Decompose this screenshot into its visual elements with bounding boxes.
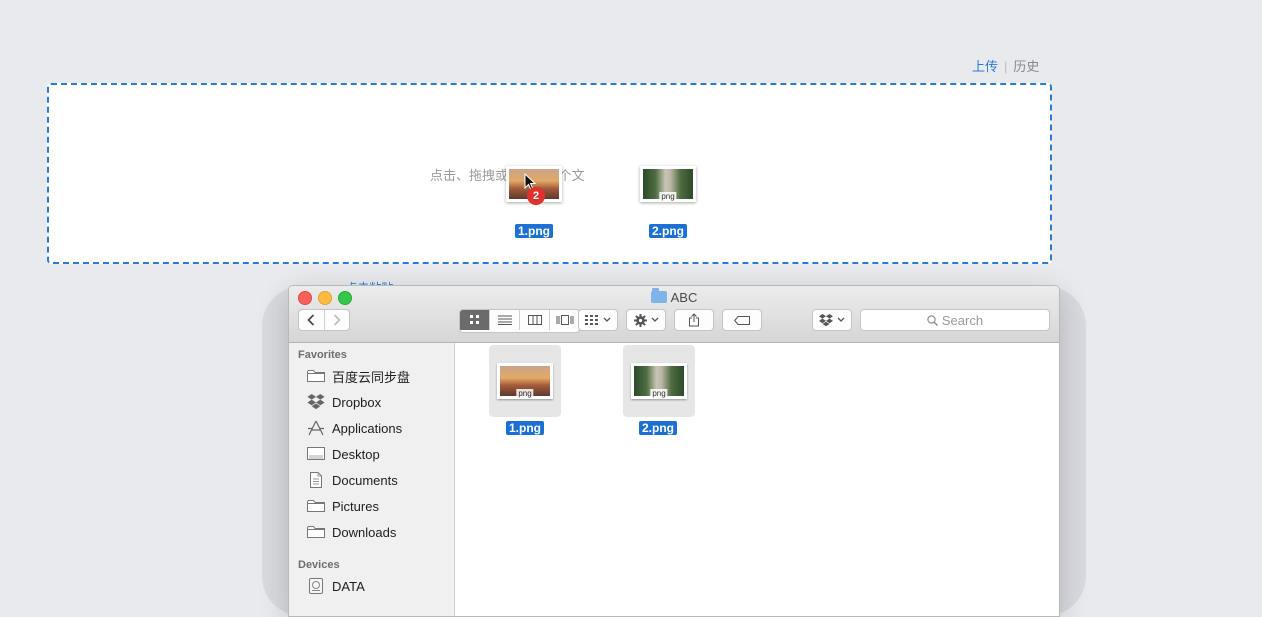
desktop-icon <box>306 446 326 462</box>
file-thumbnail: png <box>497 363 553 399</box>
upload-link[interactable]: 上传 <box>972 59 998 74</box>
upload-dropzone[interactable]: 点击、拖拽或~支持多个文 png 1.png 2.png 2 <box>47 83 1052 264</box>
folder-icon <box>306 524 326 540</box>
applications-icon <box>306 420 326 436</box>
sidebar-item-desktop[interactable]: Desktop <box>306 443 380 465</box>
finder-titlebar: ABC Search <box>289 286 1059 343</box>
dropzone-hint-left: 点击、拖拽或 <box>430 168 509 183</box>
tag-button[interactable] <box>722 309 762 331</box>
list-view-button[interactable] <box>490 310 520 330</box>
window-title: ABC <box>289 288 1059 305</box>
file-name-label[interactable]: 2.png <box>639 421 677 435</box>
chevron-left-icon <box>307 314 315 326</box>
arrange-grid-icon <box>585 315 598 325</box>
back-button[interactable] <box>299 310 325 330</box>
action-button[interactable] <box>626 309 666 331</box>
dragged-file-label-2: 2.png <box>649 224 687 238</box>
chevron-down-icon <box>603 317 611 322</box>
disk-icon <box>306 578 326 594</box>
history-link[interactable]: 历史 <box>1013 59 1039 74</box>
sidebar-item-documents[interactable]: Documents <box>306 469 398 491</box>
list-icon <box>497 315 512 325</box>
search-icon <box>927 314 938 326</box>
share-button[interactable] <box>674 309 714 331</box>
file-item-2[interactable]: png <box>623 345 695 417</box>
chevron-down-icon <box>837 317 845 322</box>
arrange-button[interactable] <box>578 309 618 331</box>
icon-view-button[interactable] <box>460 310 490 330</box>
columns-icon <box>527 315 542 325</box>
drag-count-badge: 2 <box>527 187 545 205</box>
finder-window: ABC Search Favorites 百度云同步盘 Dropbox Appl… <box>288 285 1060 617</box>
devices-header: Devices <box>298 559 340 571</box>
file-ext-tag: png <box>659 192 677 201</box>
sidebar-item-label: Pictures <box>332 498 379 514</box>
dropbox-icon <box>306 394 326 410</box>
dragged-file-thumb-2: png <box>640 166 696 202</box>
sidebar-item-applications[interactable]: Applications <box>306 417 402 439</box>
view-mode-control <box>459 309 580 333</box>
folder-icon <box>650 288 667 303</box>
sidebar-item-dropbox[interactable]: Dropbox <box>306 391 381 413</box>
file-item-1[interactable]: png <box>489 345 561 417</box>
sidebar-item-pictures[interactable]: Pictures <box>306 495 379 517</box>
favorites-header: Favorites <box>298 349 347 361</box>
sidebar-item-label: Documents <box>332 472 398 488</box>
tag-icon <box>734 315 750 325</box>
sidebar-item-baidu[interactable]: 百度云同步盘 <box>306 365 410 387</box>
file-ext-tag: png <box>516 389 534 398</box>
coverflow-view-button[interactable] <box>550 310 579 330</box>
link-separator: | <box>1004 59 1008 74</box>
sidebar-item-label: 百度云同步盘 <box>332 369 411 385</box>
coverflow-icon <box>556 315 573 325</box>
window-title-text: ABC <box>670 290 698 305</box>
sidebar-item-label: Applications <box>332 420 403 436</box>
file-ext-tag: png <box>650 389 668 398</box>
sidebar-item-label: Desktop <box>332 446 380 462</box>
folder-icon <box>306 498 326 514</box>
search-placeholder: Search <box>941 312 984 328</box>
finder-sidebar: Favorites 百度云同步盘 Dropbox Applications De… <box>289 343 455 616</box>
grid-icon <box>469 315 479 324</box>
dragged-file-label-1: 1.png <box>515 224 553 238</box>
file-thumbnail: png <box>631 363 687 399</box>
chevron-down-icon <box>651 317 658 322</box>
finder-content: png 1.png png 2.png <box>455 343 1059 616</box>
sidebar-item-label: DATA <box>332 578 365 594</box>
dropbox-icon <box>819 313 833 326</box>
sidebar-item-downloads[interactable]: Downloads <box>306 521 396 543</box>
dropbox-menu-button[interactable] <box>812 309 852 331</box>
folder-icon <box>306 368 326 384</box>
gear-icon <box>633 313 647 327</box>
nav-buttons <box>298 309 350 331</box>
column-view-button[interactable] <box>520 310 550 330</box>
sidebar-item-label: Downloads <box>332 524 397 540</box>
search-input[interactable]: Search <box>860 309 1050 331</box>
sidebar-item-label: Dropbox <box>332 394 382 410</box>
top-links: 上传 | 历史 <box>972 56 1039 75</box>
file-name-label[interactable]: 1.png <box>506 421 544 435</box>
share-icon <box>689 313 699 327</box>
sidebar-item-data-disk[interactable]: DATA <box>306 575 365 597</box>
documents-icon <box>306 472 326 488</box>
chevron-right-icon <box>333 314 341 326</box>
forward-button[interactable] <box>325 310 350 330</box>
